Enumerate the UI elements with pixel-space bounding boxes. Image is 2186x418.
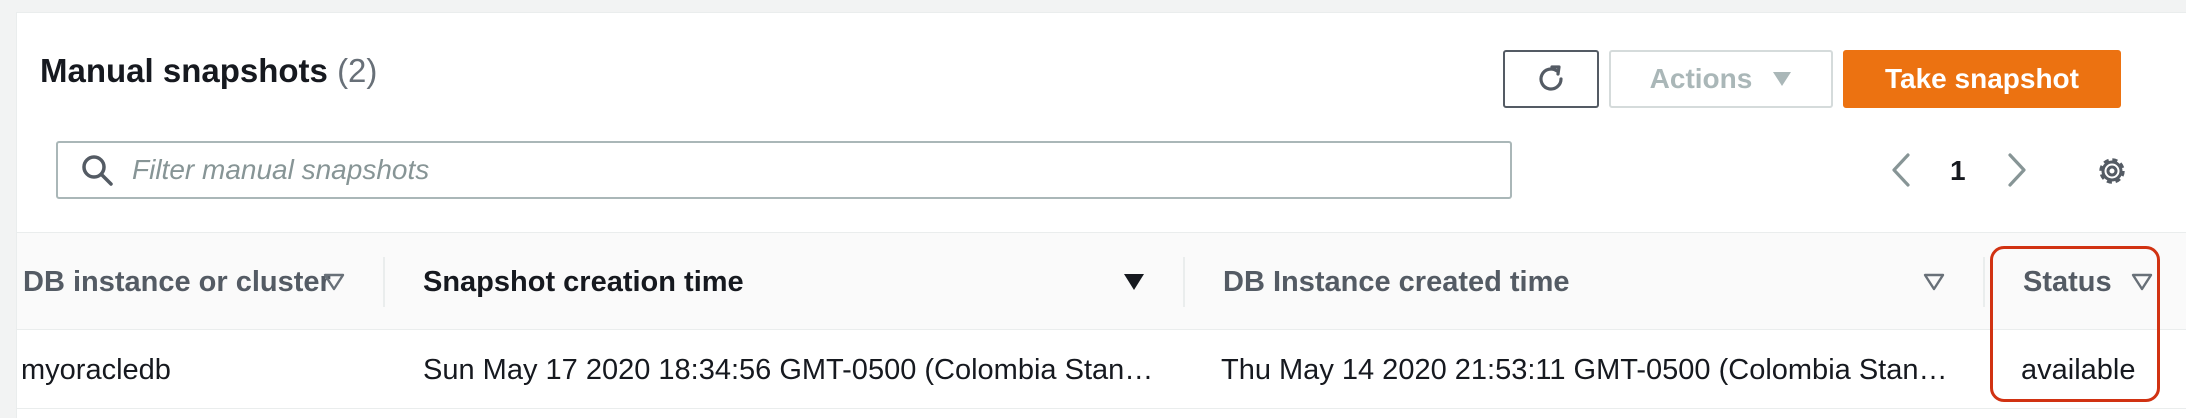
next-page-icon[interactable] bbox=[2004, 152, 2030, 188]
cell-snapshot-time: Sun May 17 2020 18:34:56 GMT-0500 (Colom… bbox=[423, 353, 1154, 386]
actions-label: Actions bbox=[1649, 63, 1753, 94]
cell-db-instance[interactable]: myoracledb bbox=[21, 331, 381, 409]
column-header-db-instance[interactable]: DB instance or cluster bbox=[23, 233, 331, 331]
table-row[interactable]: myoracledb Sun May 17 2020 18:34:56 GMT-… bbox=[17, 331, 2186, 409]
sort-icon[interactable] bbox=[1923, 273, 1945, 291]
sort-descending-icon[interactable] bbox=[1123, 273, 1145, 291]
table-header: DB instance or cluster Snapshot creation… bbox=[17, 232, 2186, 330]
page-title-text: Manual snapshots bbox=[40, 52, 328, 89]
actions-button[interactable]: Actions bbox=[1609, 50, 1833, 108]
column-divider bbox=[383, 257, 385, 307]
gear-icon[interactable] bbox=[2094, 153, 2130, 189]
snapshot-count: (2) bbox=[337, 52, 378, 89]
take-snapshot-label: Take snapshot bbox=[1885, 63, 2079, 94]
search-input[interactable] bbox=[132, 143, 1510, 197]
search-icon bbox=[82, 155, 113, 186]
column-divider bbox=[1183, 257, 1185, 307]
current-page[interactable]: 1 bbox=[1950, 155, 1966, 187]
search-field[interactable] bbox=[56, 141, 1512, 199]
status-highlight-box bbox=[1990, 246, 2160, 402]
previous-page-icon[interactable] bbox=[1888, 152, 1914, 188]
refresh-button[interactable] bbox=[1503, 50, 1599, 108]
column-divider bbox=[1983, 257, 1985, 307]
column-label: DB Instance created time bbox=[1223, 265, 1570, 298]
column-header-snapshot-time[interactable]: Snapshot creation time bbox=[423, 233, 744, 331]
column-label: Snapshot creation time bbox=[423, 265, 744, 298]
column-label: DB instance or cluster bbox=[23, 265, 331, 298]
take-snapshot-button[interactable]: Take snapshot bbox=[1843, 50, 2121, 108]
caret-down-icon bbox=[1773, 72, 1792, 86]
column-header-instance-created[interactable]: DB Instance created time bbox=[1223, 233, 1570, 331]
cell-instance-created: Thu May 14 2020 21:53:11 GMT-0500 (Colom… bbox=[1221, 353, 1948, 386]
refresh-icon bbox=[1539, 65, 1563, 91]
page-title: Manual snapshots (2) bbox=[40, 52, 377, 90]
sort-icon[interactable] bbox=[323, 273, 345, 291]
